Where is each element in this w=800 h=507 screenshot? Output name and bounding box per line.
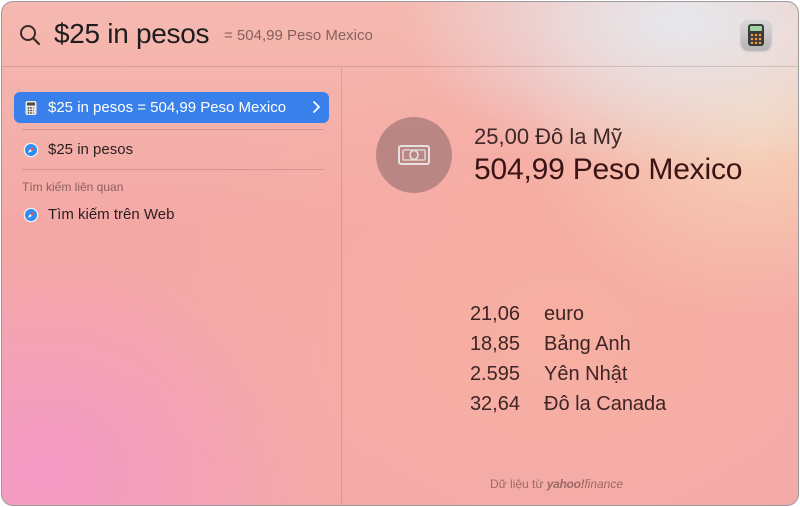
conversion-value: 18,85: [469, 333, 520, 355]
conversion-value: 32,64: [469, 393, 520, 415]
spotlight-window: $25 in pesos = 504,99 Peso Mexico $25 in…: [1, 1, 799, 506]
attribution-prefix: Dữ liệu từ: [490, 477, 544, 491]
conversion-value: 21,06: [469, 303, 520, 325]
search-bar[interactable]: $25 in pesos = 504,99 Peso Mexico: [2, 2, 798, 67]
calculator-icon: [25, 101, 37, 115]
conversion-value: 2.595: [469, 363, 520, 385]
result-label: Tìm kiếm trên Web: [48, 206, 175, 223]
result-label: $25 in pesos = 504,99 Peso Mexico: [48, 99, 287, 116]
safari-icon: [23, 207, 39, 223]
banknote-icon: [398, 145, 430, 165]
calculator-app-icon[interactable]: [741, 20, 771, 50]
yahoo-brand: yahoo!: [546, 477, 585, 491]
finance-brand: finance: [584, 477, 624, 491]
conversion-detail: 25,00 Đô la Mỹ 504,99 Peso Mexico 21,06 …: [342, 67, 798, 505]
data-attribution[interactable]: Dữ liệu từ yahoo!finance: [490, 477, 623, 491]
conversion-currency: Yên Nhật: [544, 363, 628, 385]
search-input[interactable]: $25 in pesos: [54, 18, 209, 50]
result-row-web-query[interactable]: $25 in pesos: [14, 134, 329, 165]
conversion-currency: Bảng Anh: [544, 333, 631, 355]
result-row-calculator[interactable]: $25 in pesos = 504,99 Peso Mexico: [14, 92, 329, 123]
conversion-row: 2.595 Yên Nhật: [442, 363, 782, 389]
chevron-right-icon: [313, 101, 320, 113]
section-header-related: Tìm kiếm liên quan: [22, 180, 124, 194]
conversion-row: 32,64 Đô la Canada: [442, 393, 782, 419]
banknote-badge: [376, 117, 452, 193]
conversion-row: 18,85 Bảng Anh: [442, 333, 782, 359]
conversion-currency: Đô la Canada: [544, 393, 667, 415]
conversion-row: 21,06 euro: [442, 303, 782, 329]
result-label: $25 in pesos: [48, 141, 134, 158]
result-row-search-web[interactable]: Tìm kiếm trên Web: [14, 199, 329, 230]
divider: [22, 129, 324, 130]
search-completion-hint: = 504,99 Peso Mexico: [224, 27, 373, 44]
conversion-currency: euro: [544, 303, 585, 325]
search-icon: [20, 25, 41, 46]
results-sidebar: $25 in pesos = 504,99 Peso Mexico $25 in…: [2, 67, 342, 505]
converted-amount: 504,99 Peso Mexico: [474, 153, 743, 186]
safari-icon: [23, 142, 39, 158]
divider: [22, 169, 324, 170]
source-amount: 25,00 Đô la Mỹ: [474, 124, 622, 149]
